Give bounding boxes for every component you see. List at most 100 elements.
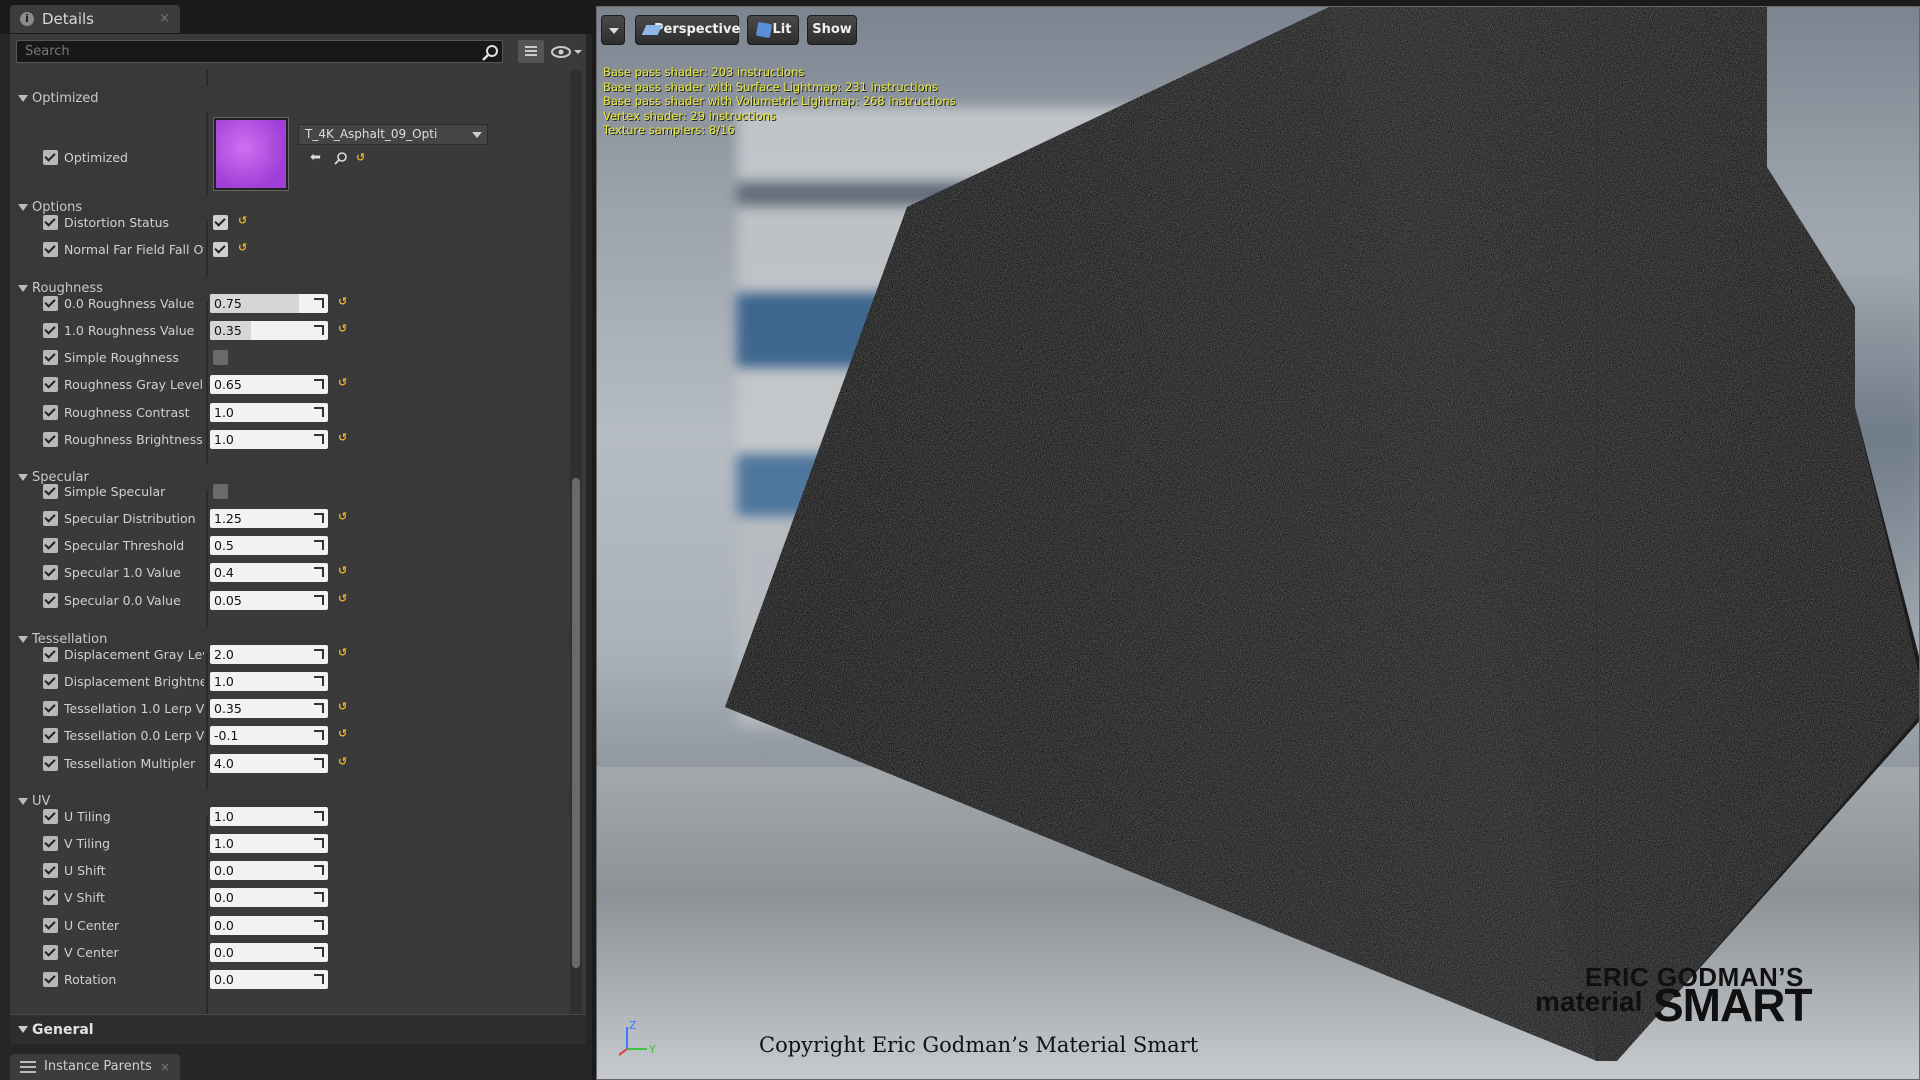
override-checkbox[interactable] (43, 565, 58, 580)
reset-to-default-icon[interactable]: ↺ (338, 565, 348, 577)
property-matrix-button[interactable] (518, 40, 544, 63)
perspective-button[interactable]: Perspective (635, 15, 740, 45)
override-checkbox[interactable] (43, 945, 58, 960)
viewport-options-button[interactable] (601, 15, 625, 45)
override-checkbox[interactable] (43, 538, 58, 553)
category-optimized[interactable]: Optimized (10, 86, 570, 112)
reset-to-default-icon[interactable]: ↺ (338, 432, 348, 444)
value-checkbox[interactable] (213, 242, 228, 257)
spin-arrow-icon[interactable] (314, 703, 324, 713)
spin-arrow-icon[interactable] (314, 434, 324, 444)
numeric-input[interactable]: 1.25 (210, 509, 328, 528)
spin-arrow-icon[interactable] (314, 407, 324, 417)
reset-to-default-icon[interactable]: ↺ (356, 152, 366, 164)
spin-arrow-icon[interactable] (314, 974, 324, 984)
override-checkbox[interactable] (43, 647, 58, 662)
view-options-eye-icon[interactable] (550, 42, 582, 62)
numeric-input[interactable]: 1.0 (210, 672, 328, 691)
override-checkbox[interactable] (43, 511, 58, 526)
spin-arrow-icon[interactable] (314, 298, 324, 308)
numeric-input[interactable]: 1.0 (210, 834, 328, 853)
numeric-input[interactable]: 0.0 (210, 943, 328, 962)
override-checkbox[interactable] (43, 701, 58, 716)
spin-arrow-icon[interactable] (314, 838, 324, 848)
reset-to-default-icon[interactable]: ↺ (338, 756, 348, 768)
numeric-input[interactable]: 1.0 (210, 403, 328, 422)
reset-to-default-icon[interactable]: ↺ (338, 296, 348, 308)
override-checkbox[interactable] (43, 728, 58, 743)
spin-arrow-icon[interactable] (314, 325, 324, 335)
spin-arrow-icon[interactable] (314, 811, 324, 821)
numeric-input[interactable]: 0.5 (210, 536, 328, 555)
category-general[interactable]: General (10, 1014, 586, 1044)
override-checkbox[interactable] (43, 405, 58, 420)
override-checkbox[interactable] (43, 215, 58, 230)
numeric-input[interactable]: 2.0 (210, 645, 328, 664)
override-checkbox[interactable] (43, 756, 58, 771)
use-selected-asset-arrow-icon[interactable]: ⬅ (310, 151, 324, 164)
override-checkbox[interactable] (43, 674, 58, 689)
spin-arrow-icon[interactable] (314, 540, 324, 550)
override-checkbox[interactable] (43, 323, 58, 338)
spin-arrow-icon[interactable] (314, 595, 324, 605)
override-checkbox[interactable] (43, 377, 58, 392)
close-icon[interactable]: × (160, 1054, 170, 1080)
numeric-input[interactable]: -0.1 (210, 726, 328, 745)
override-checkbox[interactable] (43, 432, 58, 447)
spin-arrow-icon[interactable] (314, 676, 324, 686)
override-checkbox[interactable] (43, 150, 58, 165)
override-checkbox[interactable] (43, 890, 58, 905)
spin-arrow-icon[interactable] (314, 758, 324, 768)
numeric-input[interactable]: 0.0 (210, 916, 328, 935)
spin-arrow-icon[interactable] (314, 649, 324, 659)
override-checkbox[interactable] (43, 296, 58, 311)
reset-to-default-icon[interactable]: ↺ (338, 377, 348, 389)
numeric-input[interactable]: 1.0 (210, 430, 328, 449)
material-preview-viewport[interactable]: Base pass shader: 203 instructions Base p… (596, 6, 1920, 1080)
vertical-scrollbar[interactable] (570, 70, 582, 1040)
scrollbar-thumb[interactable] (572, 478, 580, 968)
spin-arrow-icon[interactable] (314, 730, 324, 740)
numeric-input[interactable]: 0.05 (210, 591, 328, 610)
override-checkbox[interactable] (43, 918, 58, 933)
numeric-input[interactable]: 0.0 (210, 861, 328, 880)
spin-arrow-icon[interactable] (314, 865, 324, 875)
numeric-input[interactable]: 0.35 (210, 699, 328, 718)
reset-to-default-icon[interactable]: ↺ (238, 215, 248, 227)
lit-view-mode-button[interactable]: Lit (747, 15, 799, 45)
value-checkbox[interactable] (213, 215, 228, 230)
details-tab[interactable]: i Details × (10, 5, 180, 33)
numeric-input[interactable]: 0.65 (210, 375, 328, 394)
reset-to-default-icon[interactable]: ↺ (338, 701, 348, 713)
override-checkbox[interactable] (43, 593, 58, 608)
reset-to-default-icon[interactable]: ↺ (338, 593, 348, 605)
close-icon[interactable]: × (159, 5, 170, 33)
texture-thumbnail[interactable] (214, 118, 288, 190)
spin-arrow-icon[interactable] (314, 920, 324, 930)
spin-arrow-icon[interactable] (314, 892, 324, 902)
numeric-input[interactable]: 1.0 (210, 807, 328, 826)
spin-arrow-icon[interactable] (314, 513, 324, 523)
override-checkbox[interactable] (43, 242, 58, 257)
override-checkbox[interactable] (43, 484, 58, 499)
spin-arrow-icon[interactable] (314, 947, 324, 957)
numeric-input[interactable]: 0.75 (210, 294, 328, 313)
numeric-input[interactable]: 0.0 (210, 888, 328, 907)
browse-asset-search-icon[interactable] (334, 151, 348, 165)
spin-arrow-icon[interactable] (314, 379, 324, 389)
override-checkbox[interactable] (43, 863, 58, 878)
texture-asset-dropdown[interactable]: T_4K_Asphalt_09_Opti (298, 124, 488, 145)
show-flags-button[interactable]: Show (807, 15, 857, 45)
reset-to-default-icon[interactable]: ↺ (338, 511, 348, 523)
instance-parents-tab[interactable]: Instance Parents × (10, 1054, 180, 1080)
search-input[interactable]: Search (16, 40, 503, 63)
numeric-input[interactable]: 0.4 (210, 563, 328, 582)
override-checkbox[interactable] (43, 972, 58, 987)
reset-to-default-icon[interactable]: ↺ (238, 242, 248, 254)
numeric-input[interactable]: 0.35 (210, 321, 328, 340)
value-checkbox[interactable] (213, 350, 228, 365)
spin-arrow-icon[interactable] (314, 567, 324, 577)
override-checkbox[interactable] (43, 836, 58, 851)
reset-to-default-icon[interactable]: ↺ (338, 323, 348, 335)
numeric-input[interactable]: 4.0 (210, 754, 328, 773)
